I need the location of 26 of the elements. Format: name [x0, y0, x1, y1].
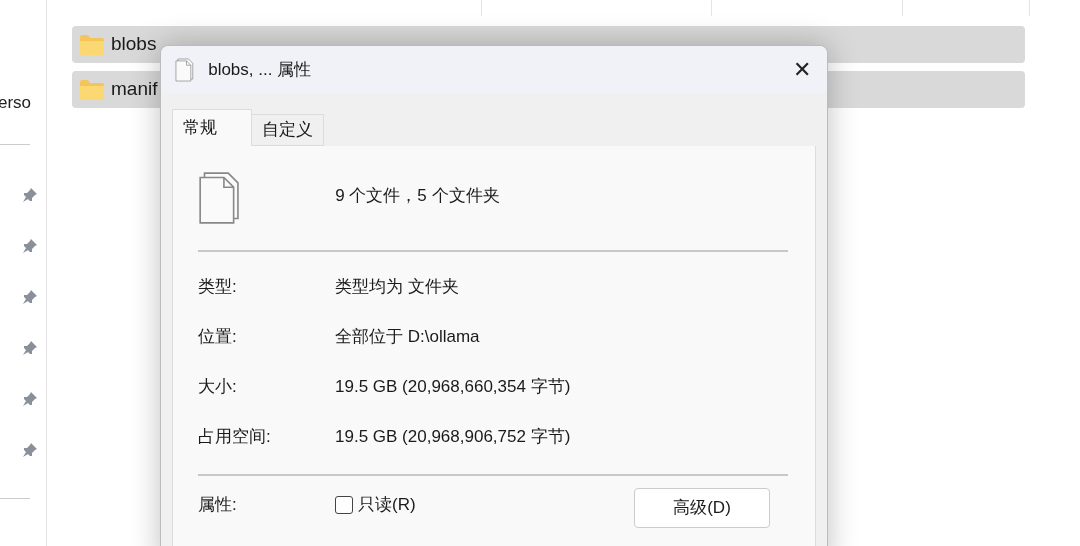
tab[interactable]: 自定义 [252, 114, 324, 146]
property-value: 19.5 GB (20,968,660,354 字节) [335, 376, 571, 399]
pin-icon [22, 187, 38, 203]
property-label: 占用空间: [198, 426, 272, 449]
property-label: 大小: [198, 376, 238, 399]
property-label: 类型: [198, 276, 238, 299]
pin-icon [22, 340, 38, 356]
files-icon [175, 57, 195, 82]
advanced-button[interactable]: 高级(D) [634, 488, 770, 528]
file-name: blobs [111, 32, 157, 57]
pin-icon [22, 442, 38, 458]
file-name: manif [111, 77, 158, 102]
folder-icon [79, 33, 105, 56]
pin-icon [22, 289, 38, 305]
pin-icon [22, 391, 38, 407]
property-value: 19.5 GB (20,968,906,752 字节) [335, 426, 571, 449]
folder-icon [79, 78, 105, 101]
property-label: 位置: [198, 326, 238, 349]
property-value: 全部位于 D:\ollama [335, 326, 480, 349]
selection-summary: 9 个文件，5 个文件夹 [335, 185, 500, 208]
tab[interactable]: 常规 [172, 109, 252, 146]
readonly-checkbox[interactable]: 只读(R) [335, 492, 416, 518]
pin-icon [22, 238, 38, 254]
attributes-label: 属性: [198, 494, 238, 516]
property-value: 类型均为 文件夹 [335, 276, 459, 299]
multiple-files-icon [198, 171, 242, 225]
